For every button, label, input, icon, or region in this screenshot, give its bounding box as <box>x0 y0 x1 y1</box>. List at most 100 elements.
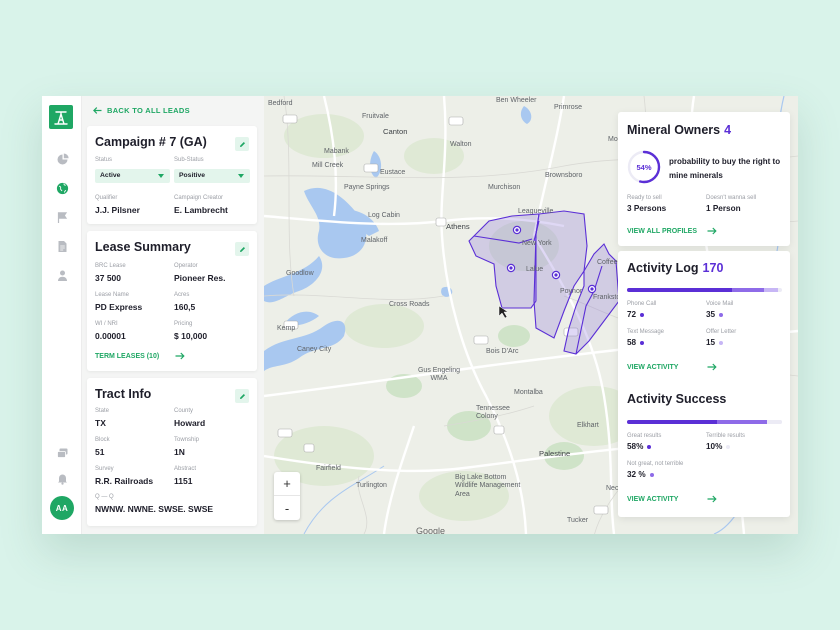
map-label: Bois D'Arc <box>486 348 519 355</box>
offer-letter-label: Offer Letter <box>706 329 737 335</box>
document-icon[interactable] <box>55 239 69 253</box>
pricing-value: $ 10,000 <box>174 331 208 341</box>
mineral-owners-card: Mineral Owners 4 54% probability to buy t… <box>618 112 790 246</box>
map-label: Mill Creek <box>312 162 344 169</box>
qualifier-value: J.J. Pilsner <box>95 205 140 215</box>
offer-letter-value: 15 <box>706 338 716 347</box>
voice-mail-segment <box>732 288 764 292</box>
legend-dot <box>649 472 654 477</box>
arrow-right-icon[interactable] <box>707 495 717 503</box>
map-label: Fairfield <box>316 465 341 472</box>
survey-value: R.R. Railroads <box>95 476 154 486</box>
pencil-icon <box>239 141 245 147</box>
neutral-results-label: Not great, not terrible <box>627 461 684 467</box>
view-all-profiles-link[interactable]: VIEW ALL PROFILES <box>627 228 697 235</box>
phone-call-segment <box>627 288 697 292</box>
qq-label: Q — Q <box>95 494 114 500</box>
tract-info-card: Tract Info State TX County Howard Block … <box>87 378 257 526</box>
text-message-segment <box>697 288 732 292</box>
map-label: Log Cabin <box>368 212 400 219</box>
text-message-label: Text Message <box>627 329 665 335</box>
brc-lease-label: BRC Lease <box>95 263 126 269</box>
map-label: Palestine <box>539 449 571 458</box>
oil-rig-logo-icon[interactable] <box>49 105 73 129</box>
voice-mail-label: Voice Mail <box>706 301 734 307</box>
status-label: Status <box>95 157 113 163</box>
status-select[interactable]: Active <box>95 169 170 183</box>
map-label: Fruitvale <box>362 113 389 120</box>
ready-label: Ready to sell <box>627 195 662 201</box>
view-activity-link[interactable]: VIEW ACTIVITY <box>627 364 678 371</box>
pencil-icon <box>239 246 245 252</box>
lease-name-value: PD Express <box>95 302 143 312</box>
abstract-value: 1151 <box>174 476 193 486</box>
avatar[interactable]: AA <box>50 496 74 520</box>
view-activity-success-link[interactable]: VIEW ACTIVITY <box>627 496 678 503</box>
map-label: Bedford <box>268 100 293 107</box>
chat-icon[interactable] <box>55 446 69 460</box>
user-icon[interactable] <box>55 268 69 282</box>
arrow-right-icon[interactable] <box>707 363 717 371</box>
state-label: State <box>95 408 110 414</box>
map-label: Brownsboro <box>545 172 583 179</box>
legend-dot <box>719 312 724 317</box>
ready-value: 3 Persons <box>627 204 667 213</box>
map-label: Eustace <box>380 169 406 176</box>
nav-rail: AA <box>42 96 82 534</box>
pie-chart-icon[interactable] <box>55 152 69 166</box>
app-window: AA BACK TO ALL LEADS Campaign # 7 (GA) S… <box>42 96 798 534</box>
map-label: Walton <box>450 141 472 148</box>
neutral-results-segment <box>717 420 767 424</box>
tract-info-title: Tract Info <box>95 387 152 401</box>
terrible-results-value: 10% <box>706 442 723 451</box>
wi-nri-label: WI / NRI <box>95 321 118 327</box>
not-ready-value: 1 Person <box>706 204 741 213</box>
phone-call-label: Phone Call <box>627 301 657 307</box>
map-label: Elkhart <box>577 422 599 429</box>
state-value: TX <box>95 418 106 428</box>
map-label: Gus Engeling WMA <box>417 367 461 383</box>
arrow-right-icon[interactable] <box>707 227 717 235</box>
activity-success-title: Activity Success <box>627 392 727 406</box>
map-label: Tennessee Colony <box>476 405 510 421</box>
legend-dot <box>640 312 645 317</box>
chevron-down-icon <box>238 174 244 178</box>
probability-value: 54% <box>636 162 652 172</box>
map-label: Payne Springs <box>344 184 390 191</box>
county-label: County <box>174 408 194 414</box>
edit-tract-button[interactable] <box>235 389 249 403</box>
bell-icon[interactable] <box>55 471 69 485</box>
great-results-segment <box>627 420 717 424</box>
operator-value: Pioneer Res. <box>174 273 226 283</box>
flag-icon[interactable] <box>55 210 69 224</box>
terrible-results-segment <box>767 420 782 424</box>
back-to-leads-link[interactable]: BACK TO ALL LEADS <box>93 106 190 115</box>
status-value: Active <box>100 172 121 179</box>
arrow-right-icon[interactable] <box>175 352 185 360</box>
block-value: 51 <box>95 447 105 457</box>
qq-value: NWNW. NWNE. SWSE. SWSE <box>95 504 214 514</box>
map-label: Malakoff <box>361 237 388 244</box>
lease-summary-title: Lease Summary <box>95 240 191 254</box>
term-leases-link[interactable]: TERM LEASES (10) <box>95 353 159 360</box>
pricing-label: Pricing <box>174 321 193 327</box>
campaign-title: Campaign # 7 (GA) <box>95 135 207 149</box>
legend-dot <box>640 340 645 345</box>
map-label: Primrose <box>554 104 583 111</box>
arrow-left-icon <box>93 107 102 114</box>
mineral-owners-count: 4 <box>724 123 732 137</box>
map-label: Kemp <box>277 325 296 332</box>
zoom-in-button[interactable]: + <box>274 472 300 496</box>
county-value: Howard <box>174 418 206 428</box>
globe-icon[interactable] <box>55 181 69 195</box>
substatus-value: Positive <box>179 172 206 179</box>
substatus-select[interactable]: Positive <box>174 169 250 183</box>
edit-campaign-button[interactable] <box>235 137 249 151</box>
map-label: Montalba <box>514 389 543 396</box>
map-label: Murchison <box>488 184 521 191</box>
wi-nri-value: 0.00001 <box>95 331 126 341</box>
township-label: Township <box>174 437 200 443</box>
creator-value: E. Lambrecht <box>174 205 228 215</box>
edit-lease-button[interactable] <box>235 242 249 256</box>
zoom-out-button[interactable]: - <box>274 496 300 520</box>
